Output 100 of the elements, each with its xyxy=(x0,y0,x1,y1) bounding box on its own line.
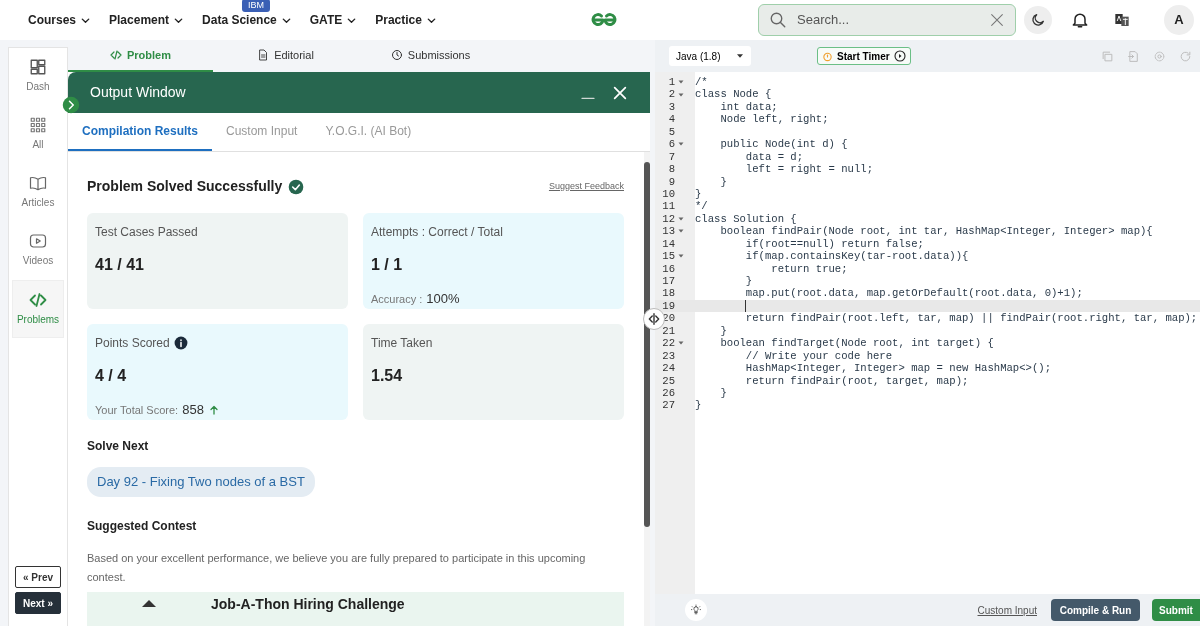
fold-icon[interactable] xyxy=(678,340,684,347)
fold-icon[interactable] xyxy=(678,253,684,260)
code-line: } xyxy=(744,275,753,288)
code-line: } xyxy=(719,324,727,338)
close-icon[interactable] xyxy=(612,84,628,101)
code-line: return true; xyxy=(770,262,848,275)
sidebar-item[interactable]: All xyxy=(12,106,64,162)
code-icon xyxy=(110,49,122,61)
section-heading: Solve Next xyxy=(87,438,150,455)
grid-icon xyxy=(29,116,47,134)
code-line: Node left, right; xyxy=(719,113,829,126)
scrollbar[interactable] xyxy=(644,152,650,626)
stat-value: 1.54 xyxy=(371,366,404,386)
next-button[interactable]: Next » xyxy=(15,592,61,614)
close-icon[interactable] xyxy=(989,12,1005,28)
stat-label: Attempts : Correct / Total xyxy=(371,224,503,241)
theme-toggle-button[interactable] xyxy=(1024,6,1052,34)
contest-description: Based on your excellent performance, we believe you are fully prepared to participate in this upcoming contest. xyxy=(87,550,587,585)
code-line: } xyxy=(719,386,727,400)
start-timer-button[interactable]: Start Timer xyxy=(817,47,911,65)
tab[interactable]: Compilation Results xyxy=(68,113,212,151)
stat-label: Test Cases Passed xyxy=(95,224,198,241)
line-number: 4 xyxy=(667,113,675,126)
code-line: int data; xyxy=(719,100,778,114)
line-number: 1 xyxy=(667,76,675,89)
code-line: if(map.containsKey(tar-root.data)){ xyxy=(744,250,969,263)
timer-icon xyxy=(822,50,833,62)
compile-run-button[interactable]: Compile & Run xyxy=(1051,599,1140,621)
code-line: map.put(root.data, map.getOrDefault(root.data, 0)+1); xyxy=(744,287,1083,300)
line-number: 15 xyxy=(661,250,675,263)
search-icon xyxy=(769,11,787,29)
line-number: 22 xyxy=(661,337,675,350)
sidebar-item[interactable]: Dash xyxy=(12,48,64,104)
sidebar-item[interactable]: Articles xyxy=(12,164,64,220)
check-circle-icon xyxy=(288,178,305,195)
menu-item[interactable]: GATE xyxy=(309,11,358,29)
line-number: 11 xyxy=(661,200,675,213)
sidebar-item[interactable]: Problems xyxy=(12,280,64,338)
code-line: // Write your code here xyxy=(744,349,893,363)
code-line: boolean findTarget(Node root, int target) { xyxy=(719,337,994,350)
line-number: 23 xyxy=(661,349,675,363)
problem-link[interactable]: Day 92 - Fixing Two nodes of a BST xyxy=(87,467,315,497)
menu-item[interactable]: Courses xyxy=(28,11,92,29)
line-number: 21 xyxy=(661,324,675,338)
menu-item[interactable]: Data Science xyxy=(202,11,292,29)
tab[interactable]: Editorial xyxy=(213,40,358,72)
code-line: return findPair(root.left, tar, map) || findPair(root.right, tar, map); xyxy=(744,312,1198,325)
line-number: 26 xyxy=(661,386,675,400)
line-number: 19 xyxy=(661,299,675,313)
fold-icon[interactable] xyxy=(678,141,684,148)
search-input[interactable]: Search... xyxy=(795,9,981,31)
code-icon xyxy=(29,291,47,309)
menu-item[interactable]: Placement xyxy=(109,11,185,29)
code-line: public Node(int d) { xyxy=(719,138,848,151)
code-line: HashMap<Integer, Integer> map = new HashMap<>(); xyxy=(744,362,1051,375)
line-number: 16 xyxy=(661,262,675,275)
code-line: boolean findPair(Node root, int tar, HashMap<Integer, Integer> map){ xyxy=(719,225,1153,238)
text-cursor xyxy=(745,299,746,312)
stat-note-label: Your Total Score: xyxy=(95,402,179,418)
line-number: 20 xyxy=(661,312,675,325)
code-line: class Solution { xyxy=(694,212,797,226)
stat-value: 4 / 4 xyxy=(95,366,128,386)
menu-item[interactable]: Practice xyxy=(375,11,437,29)
play-icon xyxy=(893,50,906,62)
book-icon xyxy=(29,174,47,192)
search-field[interactable]: Search... xyxy=(758,4,1016,36)
expand-icon[interactable] xyxy=(62,96,80,114)
line-number: 18 xyxy=(661,287,675,300)
stat-note-value: 858 xyxy=(182,401,204,419)
video-icon xyxy=(29,232,47,250)
line-number: 25 xyxy=(661,374,675,387)
line-number: 6 xyxy=(667,138,675,151)
tab[interactable]: Submissions xyxy=(358,40,503,72)
document-icon xyxy=(257,49,270,61)
code-line: if(root==null) return false; xyxy=(744,237,924,251)
code-line: } xyxy=(719,175,727,188)
line-number: 14 xyxy=(661,237,675,251)
translate-icon[interactable] xyxy=(1114,12,1130,28)
stat-label: Time Taken xyxy=(371,335,433,352)
code-line: } xyxy=(694,187,702,201)
feedback-link[interactable]: Suggest Feedback xyxy=(548,179,624,194)
prev-button[interactable]: « Prev xyxy=(15,566,61,588)
hint-button[interactable] xyxy=(685,599,707,621)
sidebar-item[interactable]: Videos xyxy=(12,222,64,278)
code-line: */ xyxy=(694,200,708,213)
stat-value: 1 / 1 xyxy=(371,255,404,275)
line-number: 7 xyxy=(667,150,675,164)
info-icon[interactable] xyxy=(173,336,188,350)
line-number: 2 xyxy=(667,88,675,101)
submit-button[interactable]: Submit xyxy=(1152,599,1200,621)
window-title: Output Window xyxy=(90,83,186,102)
user-avatar[interactable]: A xyxy=(1164,5,1194,35)
language-select[interactable]: Java (1.8) xyxy=(669,46,751,66)
code-line: return findPair(root, target, map); xyxy=(744,374,969,387)
moon-icon xyxy=(1030,12,1046,28)
custom-input-link[interactable]: Custom Input xyxy=(977,602,1037,618)
code-line: } xyxy=(694,399,702,412)
code-line: /* xyxy=(694,76,708,89)
stat-label: Points Scored xyxy=(95,335,170,352)
stat-note-value: 100% xyxy=(426,290,460,308)
